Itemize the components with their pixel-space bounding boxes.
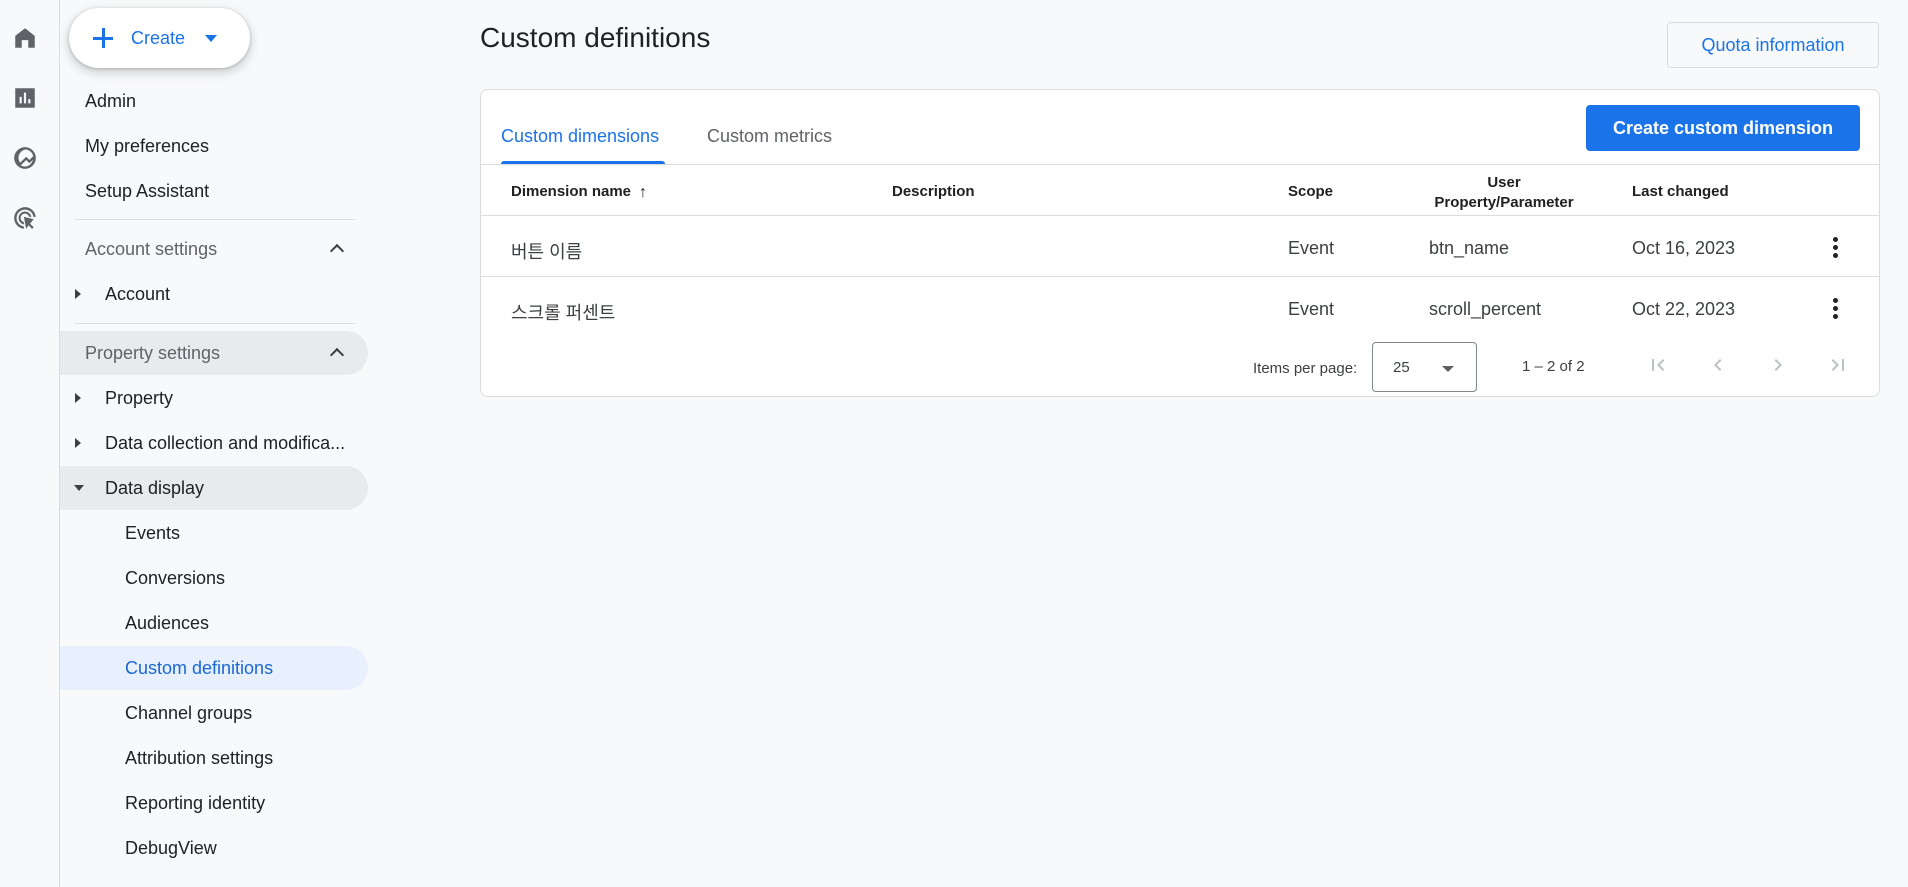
chevron-up-icon [329,347,345,363]
nav-channel-groups[interactable]: Channel groups [60,691,368,735]
admin-sidebar: Admin My preferences Setup Assistant Acc… [60,0,370,887]
column-header-user-property-line2: Property/Parameter [1434,194,1574,211]
column-header-last-changed: Last changed [1632,183,1729,200]
nav-account-label: Account [105,283,171,304]
next-page-icon[interactable] [1760,347,1796,383]
nav-events[interactable]: Events [60,511,368,555]
header-divider [481,215,1879,216]
nav-channel-groups-label: Channel groups [125,702,253,723]
nav-my-preferences-label: My preferences [85,135,210,156]
nav-section-property-settings[interactable]: Property settings [60,331,368,375]
row-divider [481,276,1879,277]
nav-admin[interactable]: Admin [60,79,368,123]
row-2-more-options-icon[interactable] [1823,296,1847,320]
column-header-dimension-name-label: Dimension name [511,183,632,200]
column-header-user-property-line1: User [1487,174,1521,191]
first-page-icon[interactable] [1640,347,1676,383]
row-1-last-changed: Oct 16, 2023 [1632,238,1736,258]
quota-information-button[interactable]: Quota information [1667,22,1879,68]
nav-conversions-label: Conversions [125,567,226,588]
nav-account[interactable]: Account [60,272,368,316]
nav-custom-definitions-label: Custom definitions [125,657,274,678]
column-header-description: Description [892,183,975,200]
nav-section-property-settings-label: Property settings [85,342,221,363]
expand-arrow-icon [75,393,81,403]
nav-attribution-settings-label: Attribution settings [125,747,274,768]
nav-setup-assistant[interactable]: Setup Assistant [60,169,368,213]
nav-divider [75,323,355,324]
tab-divider [481,164,1879,165]
row-1-parameter: btn_name [1429,238,1510,258]
nav-property[interactable]: Property [60,376,368,420]
row-1-scope: Event [1288,238,1335,258]
nav-divider [75,219,355,220]
nav-setup-assistant-label: Setup Assistant [85,180,210,201]
row-2-dimension-name: 스크롤 퍼센트 [511,303,616,323]
column-header-user-property: User Property/Parameter [1429,173,1579,213]
nav-data-display[interactable]: Data display [60,466,368,510]
items-per-page-value: 25 [1393,358,1410,376]
row-1-dimension-name: 버튼 이름 [511,242,583,262]
left-rail [0,0,60,887]
home-icon[interactable] [8,21,42,55]
expand-arrow-icon [75,438,81,448]
nav-conversions[interactable]: Conversions [60,556,368,600]
row-2-last-changed: Oct 22, 2023 [1632,299,1736,319]
items-per-page-select[interactable]: 25 [1372,342,1477,392]
tab-custom-dimensions[interactable]: Custom dimensions [501,126,659,147]
nav-admin-label: Admin [85,90,137,111]
nav-reporting-identity[interactable]: Reporting identity [60,781,368,825]
row-1-more-options-icon[interactable] [1823,235,1847,259]
nav-property-label: Property [105,387,174,408]
previous-page-icon[interactable] [1700,347,1736,383]
nav-reporting-identity-label: Reporting identity [125,792,266,813]
last-page-icon[interactable] [1820,347,1856,383]
nav-audiences-label: Audiences [125,612,210,633]
pagination-range: 1 – 2 of 2 [1522,358,1585,375]
nav-audiences[interactable]: Audiences [60,601,368,645]
nav-data-collection[interactable]: Data collection and modifica... [60,421,368,465]
nav-attribution-settings[interactable]: Attribution settings [60,736,368,780]
nav-custom-definitions[interactable]: Custom definitions [60,646,368,690]
nav-my-preferences[interactable]: My preferences [60,124,368,168]
page-title: Custom definitions [480,22,711,53]
expand-arrow-icon [75,289,81,299]
nav-debugview-label: DebugView [125,837,217,858]
nav-section-account-settings-label: Account settings [85,238,218,259]
sort-ascending-icon: ↑ [639,184,648,201]
chevron-up-icon [329,243,345,259]
reports-icon[interactable] [8,81,42,115]
nav-data-display-label: Data display [105,477,205,498]
column-header-dimension-name[interactable]: Dimension name ↑ [511,183,647,202]
dropdown-arrow-icon [1442,366,1454,372]
collapse-arrow-icon [74,485,84,491]
advertising-icon[interactable] [8,201,42,235]
row-2-parameter: scroll_percent [1429,299,1542,319]
items-per-page-label: Items per page: [1253,360,1358,377]
nav-events-label: Events [125,522,181,543]
nav-data-collection-label: Data collection and modifica... [105,432,346,453]
explore-icon[interactable] [8,141,42,175]
column-header-scope: Scope [1288,183,1334,200]
create-custom-dimension-button[interactable]: Create custom dimension [1586,105,1860,151]
custom-definitions-card: Custom dimensions Custom metrics Create … [480,89,1880,397]
nav-debugview[interactable]: DebugView [60,826,368,870]
row-2-scope: Event [1288,299,1335,319]
nav-section-account-settings[interactable]: Account settings [60,227,368,271]
tab-custom-metrics[interactable]: Custom metrics [707,126,832,147]
